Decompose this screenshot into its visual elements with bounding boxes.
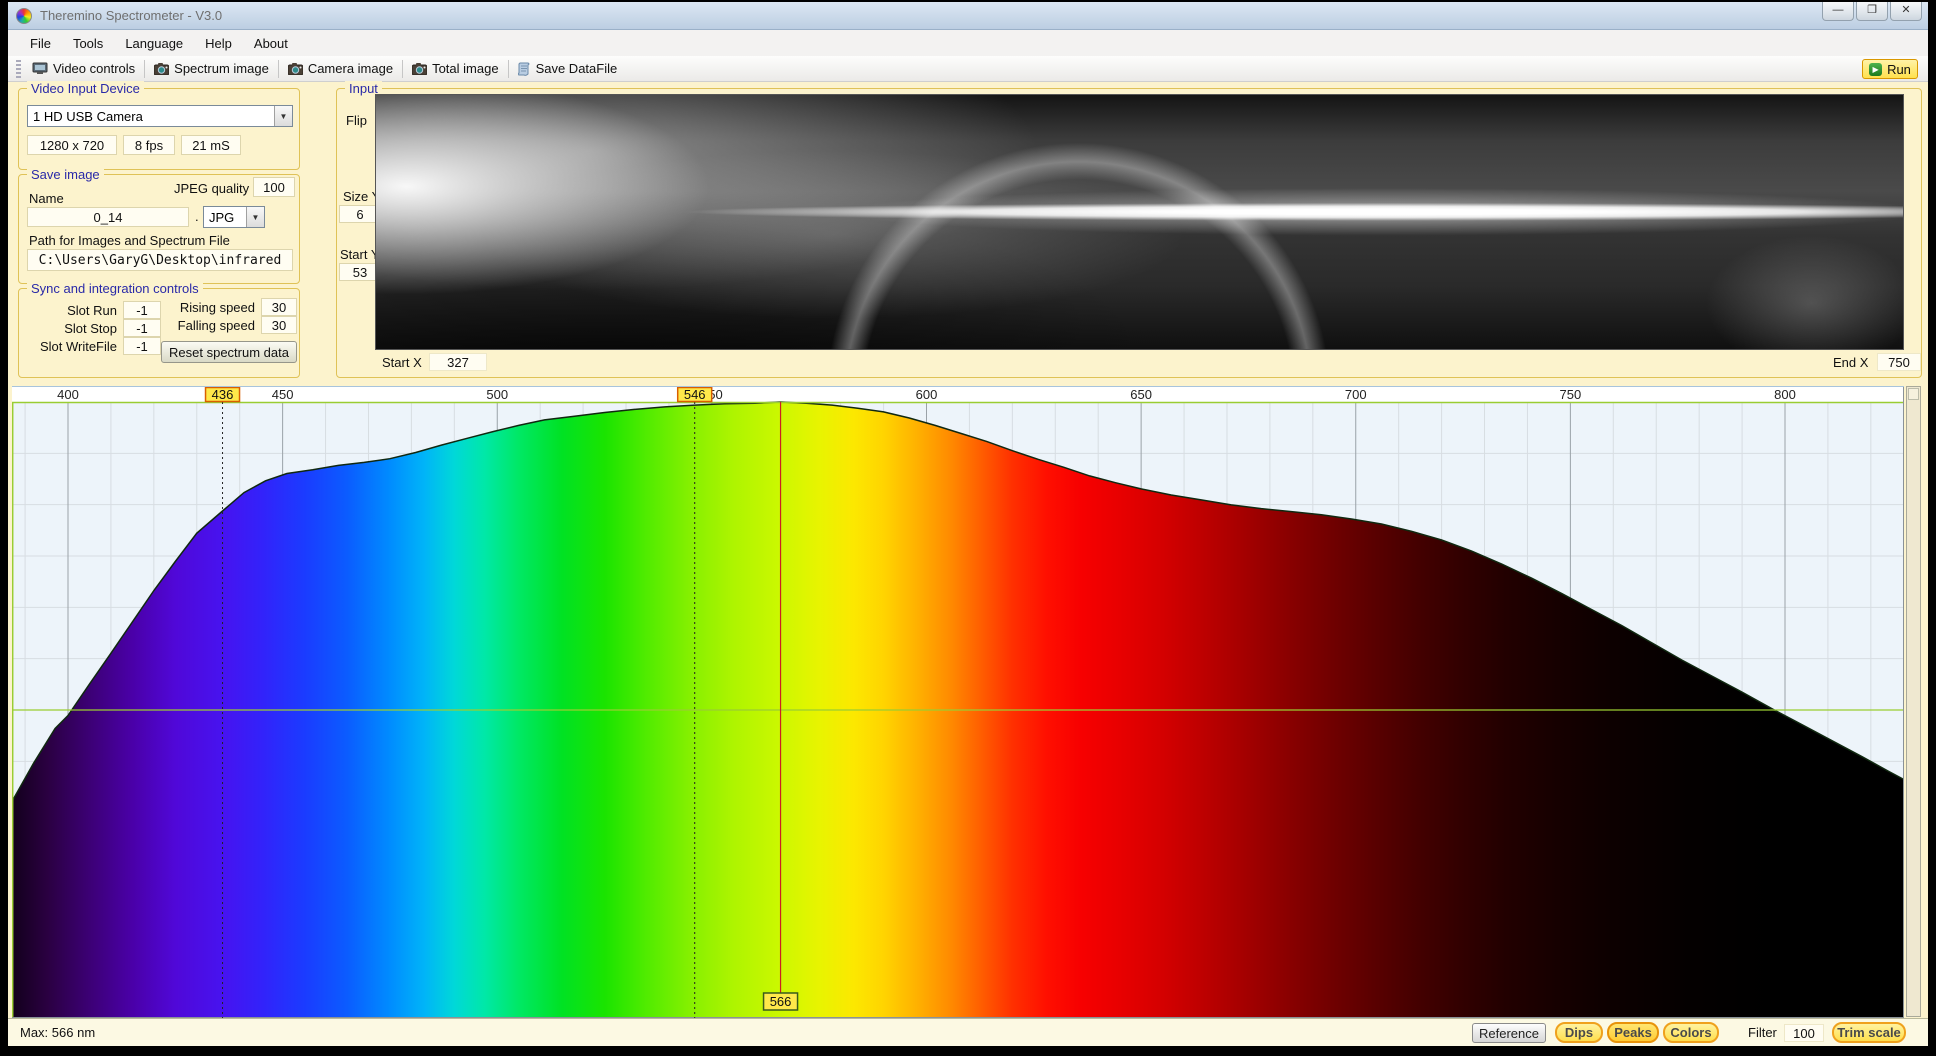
minimize-button[interactable]: — [1822,2,1854,21]
menu-file[interactable]: File [20,33,61,54]
image-name-input[interactable]: 0_14 [27,207,189,227]
screen: Theremino Spectrometer - V3.0 — ❐ ✕ File… [0,0,1936,1056]
save-datafile-button[interactable]: Save DataFile [511,58,625,79]
chevron-down-icon: ▼ [274,106,292,126]
menu-help[interactable]: Help [195,33,242,54]
run-button[interactable]: ▶ Run [1862,59,1918,79]
rising-speed-value[interactable]: 30 [261,298,297,316]
app-window: Theremino Spectrometer - V3.0 — ❐ ✕ File… [8,2,1928,1046]
dot-label: . [195,209,199,224]
calibration-marker-546[interactable]: 546 [678,387,712,402]
video-device-select[interactable]: 1 HD USB Camera ▼ [27,105,293,127]
falling-speed-value[interactable]: 30 [261,316,297,334]
video-controls-icon [32,62,48,75]
camera-preview [375,94,1904,350]
dips-button[interactable]: Dips [1555,1022,1603,1043]
resolution-value: 1280 x 720 [27,135,117,155]
x-tick-label: 650 [1130,387,1152,402]
path-value[interactable]: C:\Users\GaryG\Desktop\infrared [27,249,293,271]
slot-stop-label: Slot Stop [29,321,117,336]
x-tick-label: 400 [57,387,79,402]
end-x-value[interactable]: 750 [1877,353,1921,371]
camera-icon [288,63,303,75]
status-bar: Max: 566 nm Reference Dips Peaks Colors … [8,1018,1928,1046]
camera-icon [154,63,169,75]
video-input-group: Video Input Device 1 HD USB Camera ▼ 128… [18,88,300,170]
x-tick-label: 750 [1560,387,1582,402]
chart-side-strip[interactable] [1906,386,1921,1017]
fps-value: 8 fps [123,135,175,155]
rising-speed-label: Rising speed [149,300,255,315]
sync-title: Sync and integration controls [27,281,203,296]
filter-value[interactable]: 100 [1784,1024,1824,1042]
total-image-button[interactable]: Total image [405,58,505,79]
save-image-title: Save image [27,167,104,182]
start-x-value[interactable]: 327 [429,353,487,371]
spectrum-image-button[interactable]: Spectrum image [147,58,276,79]
chevron-down-icon: ▼ [246,207,264,227]
close-button[interactable]: ✕ [1890,2,1922,21]
save-image-group: Save image JPEG quality 100 Name 0_14 . … [18,174,300,284]
toolbar-separator [508,60,509,78]
colors-button[interactable]: Colors [1663,1022,1719,1043]
side-strip-button[interactable] [1908,388,1919,400]
reset-spectrum-button[interactable]: Reset spectrum data [161,341,297,363]
toolbar-separator [402,60,403,78]
x-tick-label: 700 [1345,387,1367,402]
slot-run-label: Slot Run [29,303,117,318]
toolbar-grip [16,60,21,78]
svg-text:546: 546 [684,387,706,402]
start-x-label: Start X [382,355,422,370]
falling-speed-label: Falling speed [149,318,255,333]
slot-writefile-label: Slot WriteFile [21,339,117,354]
sync-group: Sync and integration controls Slot Run -… [18,288,300,378]
reference-button[interactable]: Reference [1472,1023,1546,1043]
menu-about[interactable]: About [244,33,298,54]
slot-writefile-value[interactable]: -1 [123,337,161,355]
path-label: Path for Images and Spectrum File [29,233,230,248]
menu-bar: File Tools Language Help About [8,30,1928,56]
peaks-button[interactable]: Peaks [1607,1022,1659,1043]
video-input-title: Video Input Device [27,81,144,96]
flip-label: Flip [346,113,367,128]
svg-text:566: 566 [770,994,792,1009]
calibration-marker-436[interactable]: 436 [206,387,240,402]
x-tick-label: 500 [486,387,508,402]
window-title: Theremino Spectrometer - V3.0 [40,8,222,23]
spectrum-chart-svg: 400450500550600650700750800436546566 [12,387,1904,1018]
restore-button[interactable]: ❐ [1856,2,1888,21]
x-tick-label: 450 [272,387,294,402]
svg-text:436: 436 [212,387,234,402]
play-icon: ▶ [1869,63,1882,76]
jpeg-quality-value[interactable]: 100 [253,177,295,197]
x-tick-label: 600 [916,387,938,402]
toolbar-separator [278,60,279,78]
max-wavelength-readout: Max: 566 nm [20,1025,95,1040]
camera-icon [412,63,427,75]
spectrum-chart[interactable]: 400450500550600650700750800436546566 [12,386,1904,1017]
video-controls-button[interactable]: Video controls [25,58,142,79]
title-bar[interactable]: Theremino Spectrometer - V3.0 — ❐ ✕ [8,2,1928,30]
save-datafile-icon [518,62,531,76]
menu-language[interactable]: Language [115,33,193,54]
start-y-label: Start Y [340,247,380,262]
peak-marker-label: 566 [764,993,798,1010]
jpeg-quality-label: JPEG quality [174,181,249,196]
toolbar-separator [144,60,145,78]
toolbar: Video controls Spectrum image Camera ima… [8,56,1928,82]
name-label: Name [29,191,64,206]
menu-tools[interactable]: Tools [63,33,113,54]
end-x-label: End X [1833,355,1868,370]
format-select[interactable]: JPG ▼ [203,206,265,228]
filter-label: Filter [1748,1025,1777,1040]
app-icon [16,8,32,24]
latency-value: 21 mS [181,135,241,155]
x-tick-label: 800 [1774,387,1796,402]
camera-image-button[interactable]: Camera image [281,58,400,79]
trim-scale-button[interactable]: Trim scale [1832,1022,1906,1043]
